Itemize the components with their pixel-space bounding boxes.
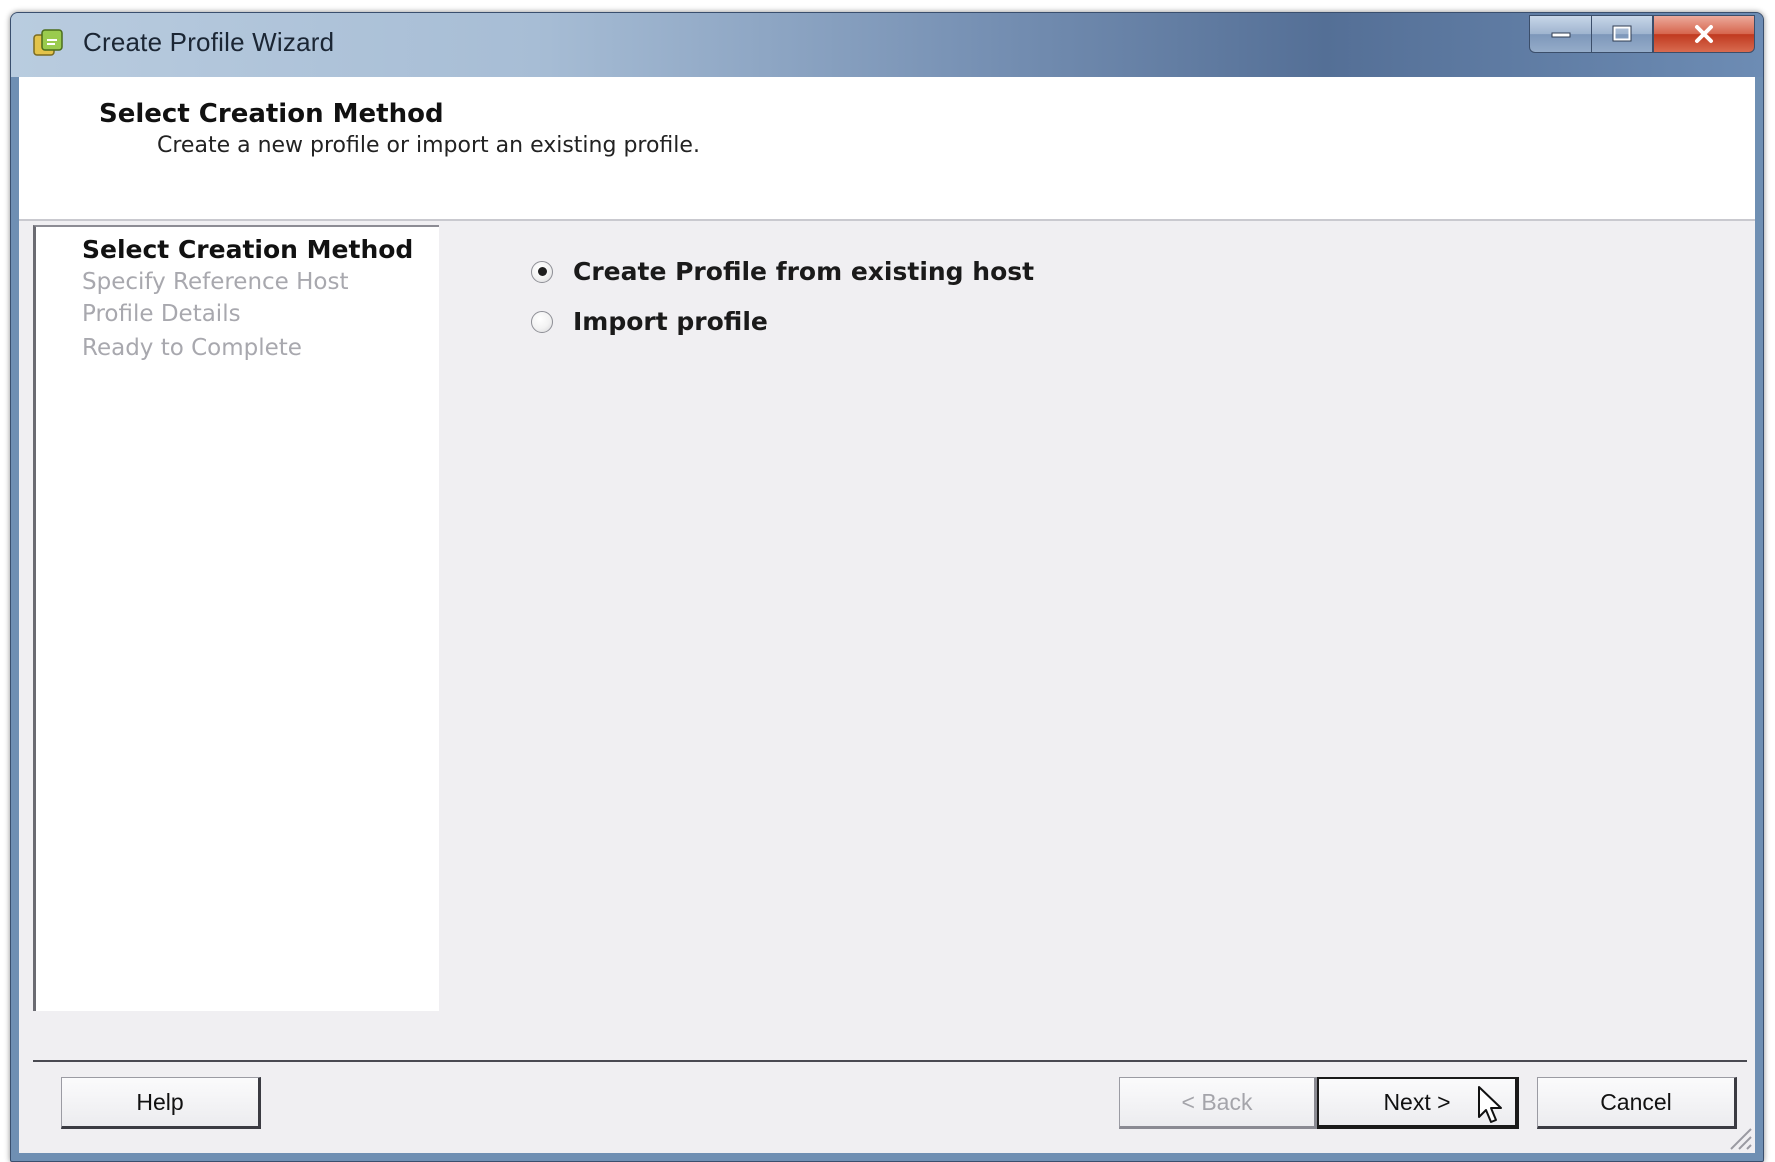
back-button[interactable]: < Back [1119,1077,1317,1129]
vsphere-profile-icon [31,27,65,61]
footer-divider [33,1060,1747,1062]
help-button[interactable]: Help [61,1077,261,1129]
minimize-icon [1551,32,1570,38]
wizard-header: Select Creation Method Create a new prof… [19,77,1755,221]
step-profile-details: Profile Details [82,301,241,327]
close-button[interactable] [1653,15,1755,53]
radio-import-profile[interactable] [531,310,553,333]
cancel-button[interactable]: Cancel [1537,1077,1737,1129]
wizard-steps-panel: Select Creation Method Specify Reference… [33,225,439,1011]
caption-buttons [1529,15,1755,53]
step-select-creation-method: Select Creation Method [82,235,414,264]
step-specify-reference-host: Specify Reference Host [82,269,349,295]
option-import-profile[interactable]: Import profile [531,307,768,336]
page-subtitle: Create a new profile or import an existi… [157,133,700,158]
step-ready-to-complete: Ready to Complete [82,335,302,361]
option-create-from-host[interactable]: Create Profile from existing host [531,257,1034,286]
maximize-button[interactable] [1591,15,1653,53]
page-title: Select Creation Method [99,99,444,129]
wizard-window: Create Profile Wizard Select Creation Me… [10,12,1764,1162]
maximize-icon [1612,25,1632,42]
resize-grip-icon[interactable] [1723,1121,1753,1151]
radio-create-from-host[interactable] [531,260,553,283]
wizard-client-area: Select Creation Method Create a new prof… [19,77,1755,1153]
minimize-button[interactable] [1529,15,1591,53]
title-bar[interactable]: Create Profile Wizard [11,13,1763,77]
option-label-import-profile[interactable]: Import profile [573,307,768,336]
window-title: Create Profile Wizard [83,27,335,57]
mouse-cursor-icon [1478,1086,1502,1123]
option-label-create-from-host[interactable]: Create Profile from existing host [573,257,1034,286]
close-icon [1695,25,1713,43]
radio-selected-dot [537,267,547,276]
